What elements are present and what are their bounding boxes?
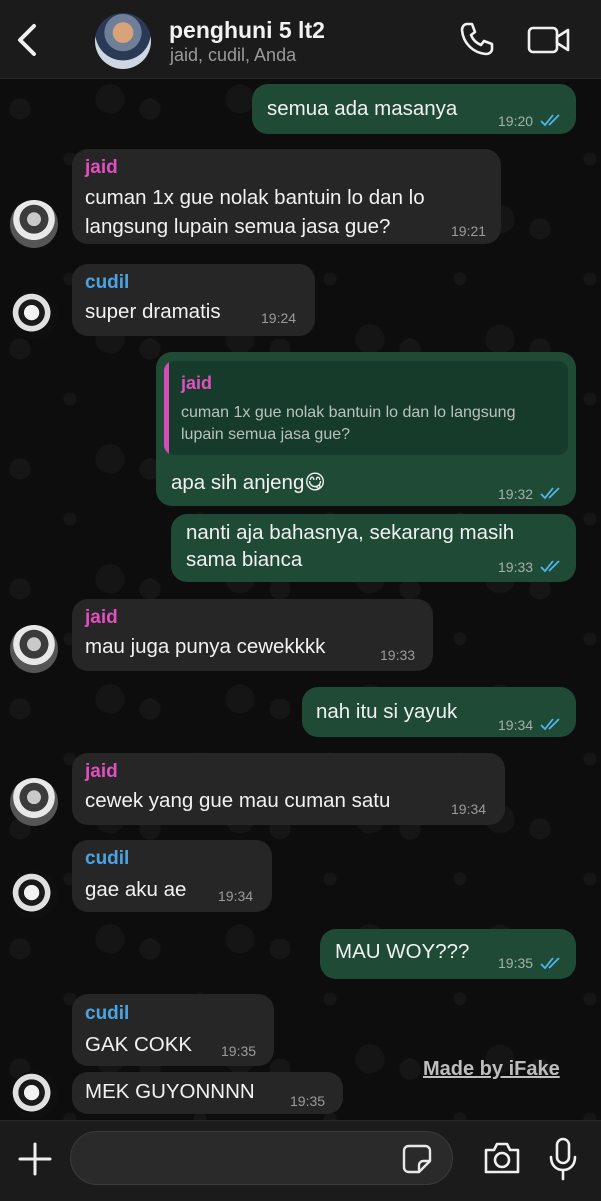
message-input[interactable]	[70, 1131, 453, 1185]
back-chevron-icon[interactable]	[10, 20, 44, 60]
chat-title[interactable]: penghuni 5 lt2	[169, 17, 325, 44]
quote-accent-bar	[164, 361, 169, 455]
video-camera-icon[interactable]	[527, 24, 571, 56]
message-time: 19:32	[498, 486, 534, 502]
message-time: 19:34	[451, 801, 487, 817]
message-text: apa sih anjeng😋	[171, 468, 326, 497]
double-check-icon	[540, 718, 560, 731]
microphone-icon[interactable]	[548, 1137, 578, 1181]
message-text: GAK COKK	[85, 1033, 193, 1056]
phone-icon[interactable]	[458, 20, 496, 58]
chat-header: penghuni 5 lt2 jaid, cudil, Anda	[0, 0, 601, 79]
avatar-cudil[interactable]	[10, 1071, 58, 1119]
quoted-text-line-2: lupain semua jasa gue?	[181, 426, 351, 443]
message-time: 19:35	[290, 1093, 326, 1109]
message-bubble-incoming[interactable]: MEK GUYONNNN 19:35	[72, 1072, 343, 1114]
avatar-cudil[interactable]	[10, 871, 58, 919]
message-bubble-outgoing[interactable]: nanti aja bahasnya, sekarang masih sama …	[171, 514, 576, 582]
camera-icon[interactable]	[482, 1139, 522, 1177]
message-time: 19:35	[221, 1043, 257, 1059]
message-time: 19:35	[498, 955, 534, 971]
double-check-icon	[540, 487, 560, 500]
message-text: gae aku ae	[85, 878, 187, 901]
group-avatar[interactable]	[95, 13, 151, 69]
message-bubble-outgoing-reply[interactable]: jaid cuman 1x gue nolak bantuin lo dan l…	[156, 352, 576, 506]
message-time: 19:20	[498, 113, 534, 129]
message-bubble-outgoing[interactable]: nah itu si yayuk 19:34	[302, 687, 576, 737]
chat-participants[interactable]: jaid, cudil, Anda	[170, 45, 296, 66]
double-check-icon	[540, 560, 560, 573]
avatar-cudil[interactable]	[10, 291, 58, 339]
quoted-sender: jaid	[181, 373, 213, 393]
message-composer	[0, 1120, 601, 1201]
message-bubble-incoming[interactable]: jaid cewek yang gue mau cuman satu 19:34	[72, 753, 505, 825]
message-bubble-incoming[interactable]: cudil super dramatis 19:24	[72, 264, 315, 336]
message-time: 19:21	[451, 223, 487, 239]
message-text: cewek yang gue mau cuman satu	[85, 789, 391, 812]
message-text: semua ada masanya	[267, 97, 458, 120]
face-savoring-emoji-icon: 😋	[304, 471, 326, 494]
sticker-icon[interactable]	[401, 1143, 433, 1175]
plus-icon[interactable]	[15, 1139, 55, 1179]
message-text-content: apa sih anjeng	[171, 471, 305, 494]
watermark-link[interactable]: Made by iFake	[423, 1058, 560, 1081]
message-time: 19:34	[218, 888, 254, 904]
avatar-jaid[interactable]	[10, 778, 58, 826]
message-bubble-incoming[interactable]: jaid cuman 1x gue nolak bantuin lo dan l…	[72, 149, 501, 244]
message-bubble-incoming[interactable]: jaid mau juga punya cewekkkk 19:33	[72, 599, 433, 671]
message-time: 19:33	[380, 647, 416, 663]
sender-name[interactable]: cudil	[85, 848, 129, 870]
avatar-jaid[interactable]	[10, 625, 58, 673]
sender-name[interactable]: jaid	[85, 761, 118, 783]
message-text: MEK GUYONNNN	[85, 1080, 255, 1103]
message-bubble-outgoing[interactable]: semua ada masanya 19:20	[252, 84, 576, 134]
message-text: super dramatis	[85, 300, 221, 323]
message-bubble-incoming[interactable]: cudil GAK COKK 19:35	[72, 994, 274, 1066]
sender-name[interactable]: cudil	[85, 1003, 129, 1025]
message-text: mau juga punya cewekkkk	[85, 635, 326, 658]
quoted-message[interactable]: jaid cuman 1x gue nolak bantuin lo dan l…	[164, 361, 568, 455]
message-text-line-2: sama bianca	[186, 548, 303, 571]
message-text-line-1: nanti aja bahasnya, sekarang masih	[186, 521, 515, 544]
message-bubble-incoming[interactable]: cudil gae aku ae 19:34	[72, 840, 272, 912]
message-time: 19:24	[261, 310, 297, 326]
sender-name[interactable]: cudil	[85, 272, 129, 294]
avatar-jaid[interactable]	[10, 200, 58, 248]
message-text-line-2: langsung lupain semua jasa gue?	[85, 215, 391, 238]
message-time: 19:34	[498, 717, 534, 733]
message-text-line-1: cuman 1x gue nolak bantuin lo dan lo	[85, 186, 425, 209]
double-check-icon	[540, 114, 560, 127]
sender-name[interactable]: jaid	[85, 157, 118, 179]
double-check-icon	[540, 957, 560, 970]
message-text: MAU WOY???	[335, 940, 470, 963]
quoted-text-line-1: cuman 1x gue nolak bantuin lo dan lo lan…	[181, 404, 516, 421]
sender-name[interactable]: jaid	[85, 607, 118, 629]
message-time: 19:33	[498, 559, 534, 575]
message-list[interactable]: semua ada masanya 19:20 jaid cuman 1x gu…	[0, 79, 601, 1120]
message-text: nah itu si yayuk	[316, 700, 458, 723]
message-bubble-outgoing[interactable]: MAU WOY??? 19:35	[320, 929, 576, 979]
